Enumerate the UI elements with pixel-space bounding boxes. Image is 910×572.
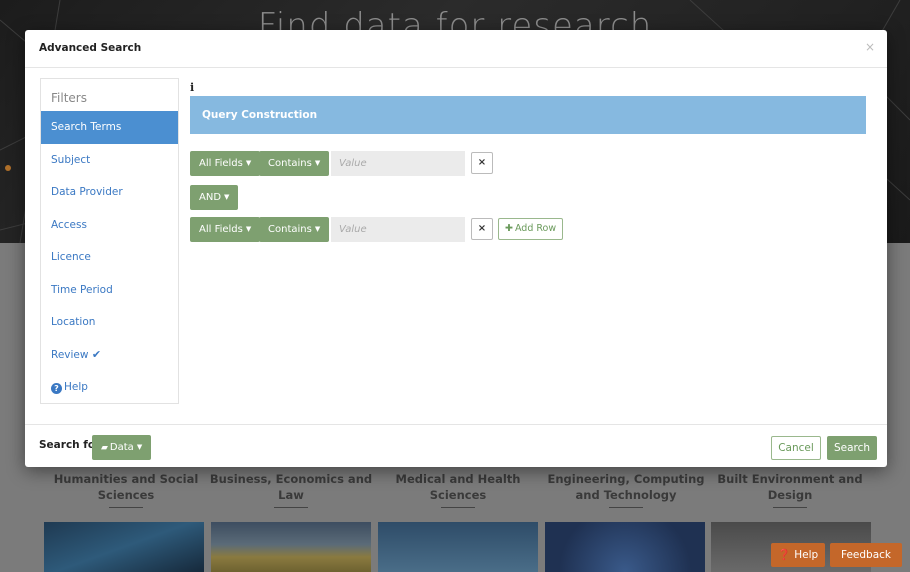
sidebar-item-subject[interactable]: Subject: [41, 144, 178, 177]
caret-down-icon: ▼: [314, 159, 321, 167]
feedback-label: Feedback: [840, 549, 891, 561]
search-type-label: Data: [109, 442, 134, 453]
remove-icon: ×: [477, 157, 487, 168]
filters-sidebar: Filters Search Terms Subject Data Provid…: [40, 78, 179, 404]
category-image-medical[interactable]: [378, 522, 538, 572]
sidebar-item-label: Search Terms: [51, 121, 122, 133]
plus-icon: ✚: [505, 223, 513, 234]
category-built-environment[interactable]: Built Environment and Design: [708, 471, 872, 508]
help-floating-label: Help: [794, 549, 819, 561]
category-image-humanities[interactable]: [44, 522, 204, 572]
sidebar-item-label: Help: [64, 381, 88, 393]
operator-dropdown-row-2[interactable]: Contains ▼: [259, 217, 330, 242]
operator-dropdown-label: Contains: [268, 224, 312, 235]
modal-header: Advanced Search ×: [25, 30, 887, 68]
field-dropdown-row-1[interactable]: All Fields ▼: [190, 151, 261, 176]
sidebar-item-location[interactable]: Location: [41, 306, 178, 339]
sidebar-item-label: Time Period: [51, 283, 113, 296]
add-row-button[interactable]: ✚ Add Row: [498, 218, 564, 240]
feedback-button[interactable]: Feedback: [830, 543, 902, 567]
category-label: Humanities and Social Sciences: [53, 472, 199, 502]
caret-down-icon: ▼: [245, 225, 252, 233]
remove-row-2-button[interactable]: ×: [471, 218, 493, 240]
category-humanities[interactable]: Humanities and Social Sciences: [44, 471, 208, 508]
sidebar-item-help[interactable]: ? Help: [41, 371, 178, 404]
sidebar-item-label: Licence: [51, 251, 91, 263]
modal-title: Advanced Search: [39, 42, 142, 54]
help-floating-button[interactable]: ❓ Help: [771, 543, 825, 567]
advanced-search-modal: Advanced Search × Filters Search Terms S…: [25, 30, 887, 467]
operator-dropdown-label: Contains: [268, 158, 312, 169]
operator-dropdown-row-1[interactable]: Contains ▼: [259, 151, 330, 176]
search-button[interactable]: Search: [827, 436, 877, 460]
question-circle-icon: ?: [51, 383, 62, 394]
category-label: Built Environment and Design: [717, 472, 863, 502]
category-engineering[interactable]: Engineering, Computing and Technology: [544, 471, 708, 508]
folder-open-icon: ▰: [101, 443, 108, 453]
add-row-label: Add Row: [514, 223, 557, 234]
category-underline: [609, 507, 643, 508]
cancel-button[interactable]: Cancel: [771, 436, 821, 460]
caret-down-icon: ▼: [224, 193, 230, 201]
value-input-row-2[interactable]: [331, 217, 465, 242]
category-image-engineering[interactable]: [545, 522, 705, 572]
info-icon[interactable]: i: [190, 81, 194, 94]
caret-down-icon: ▼: [245, 159, 252, 167]
category-image-business[interactable]: [211, 522, 371, 572]
sidebar-item-search-terms[interactable]: Search Terms: [41, 111, 178, 144]
sidebar-item-review[interactable]: Review ✔: [41, 339, 178, 372]
category-business[interactable]: Business, Economics and Law: [209, 471, 373, 508]
category-underline: [441, 507, 475, 508]
query-construction-header: Query Construction: [190, 96, 866, 134]
category-label: Medical and Health Sciences: [395, 472, 521, 502]
help-icon: ❓: [777, 549, 791, 561]
category-underline: [773, 507, 807, 508]
caret-down-icon: ▼: [136, 443, 143, 451]
category-medical[interactable]: Medical and Health Sciences: [376, 471, 540, 508]
conjunction-label: AND: [199, 192, 222, 203]
modal-footer: Search for ▰ Data ▼ Cancel Search: [25, 424, 887, 467]
close-icon[interactable]: ×: [865, 40, 875, 54]
value-input-row-1[interactable]: [331, 151, 465, 176]
category-label: Engineering, Computing and Technology: [547, 472, 705, 502]
category-underline: [274, 507, 308, 508]
sidebar-item-time-period[interactable]: Time Period: [41, 274, 178, 307]
sidebar-heading: Filters: [51, 91, 87, 105]
sidebar-item-access[interactable]: Access: [41, 209, 178, 242]
category-label: Business, Economics and Law: [209, 472, 373, 502]
remove-row-1-button[interactable]: ×: [471, 152, 493, 174]
checkmark-icon: ✔: [91, 347, 102, 361]
field-dropdown-label: All Fields: [199, 158, 243, 169]
search-type-dropdown[interactable]: ▰ Data ▼: [92, 435, 152, 460]
sidebar-item-label: Data Provider: [51, 186, 123, 198]
conjunction-dropdown[interactable]: AND ▼: [190, 185, 239, 210]
category-underline: [109, 507, 143, 508]
remove-icon: ×: [477, 223, 487, 234]
caret-down-icon: ▼: [314, 225, 321, 233]
sidebar-item-label: Review: [51, 348, 89, 361]
sidebar-item-data-provider[interactable]: Data Provider: [41, 176, 178, 209]
sidebar-item-label: Access: [51, 218, 87, 231]
field-dropdown-label: All Fields: [199, 224, 243, 235]
field-dropdown-row-2[interactable]: All Fields ▼: [190, 217, 261, 242]
sidebar-item-label: Location: [51, 316, 96, 328]
sidebar-item-label: Subject: [51, 153, 91, 166]
sidebar-item-licence[interactable]: Licence: [41, 241, 178, 274]
